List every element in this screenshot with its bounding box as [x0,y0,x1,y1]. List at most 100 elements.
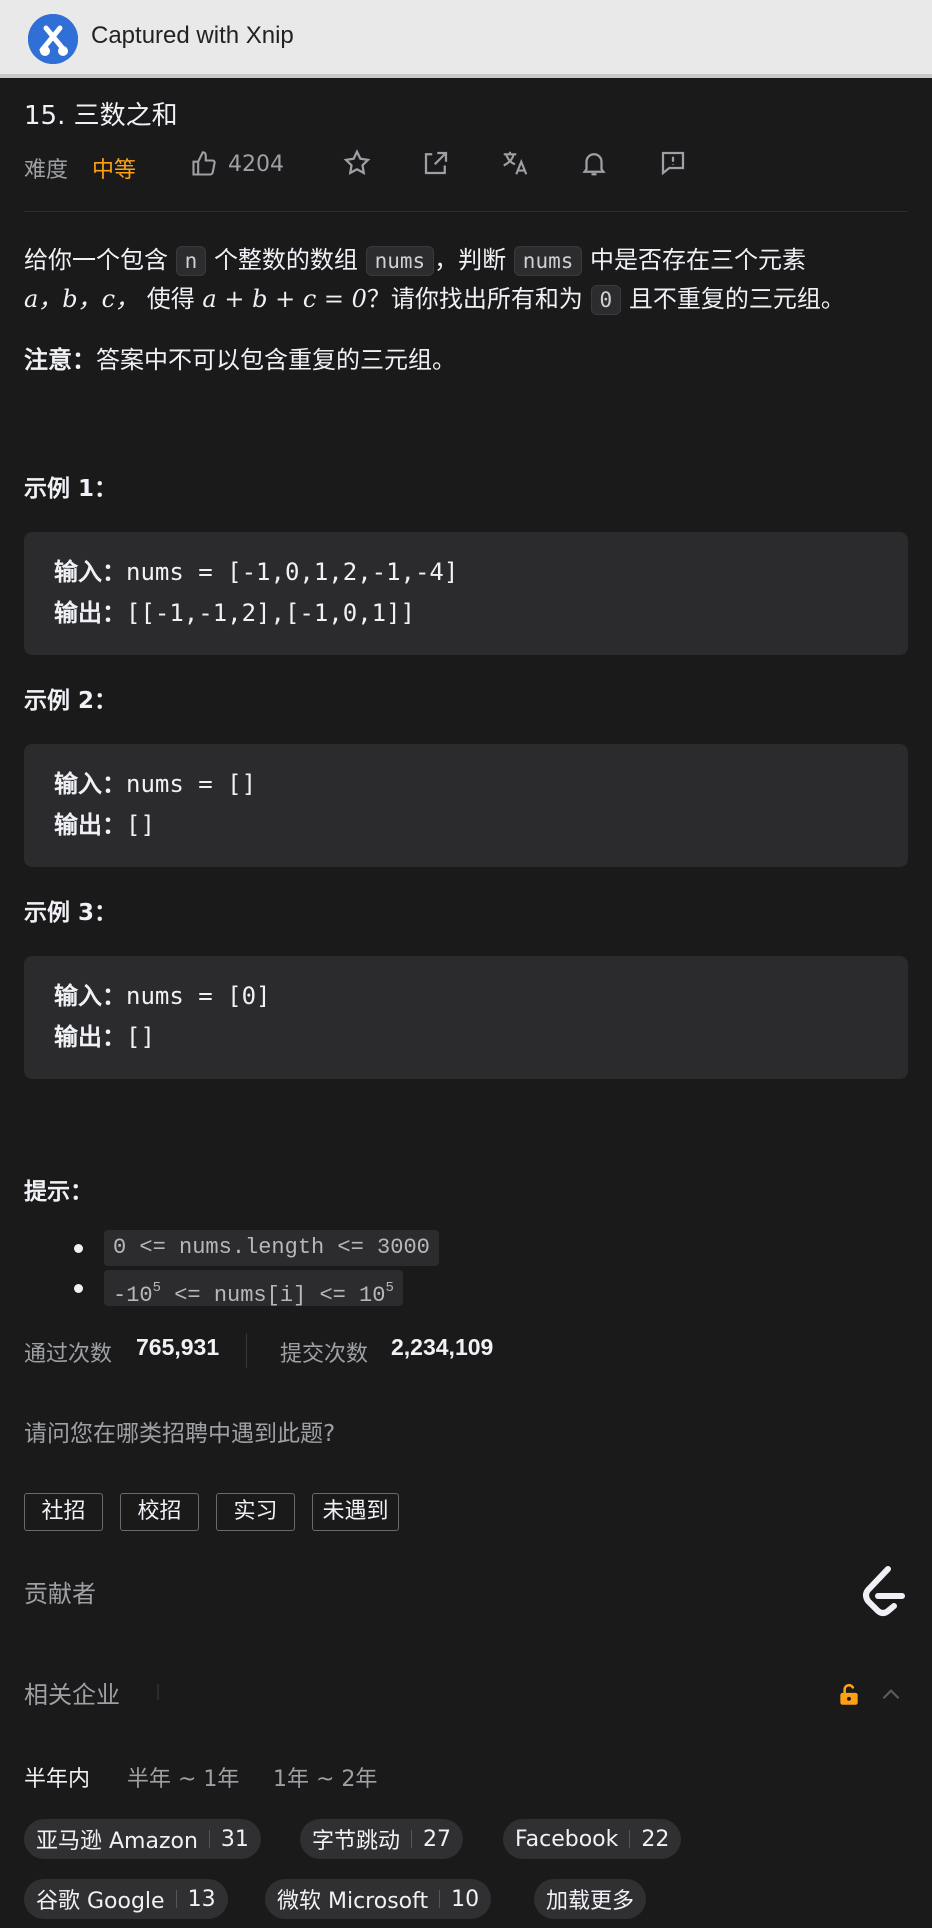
survey-option-campus[interactable]: 校招 [120,1493,199,1531]
desc-text: 且不重复的三元组。 [628,285,845,313]
stats-divider [246,1334,247,1368]
survey-option-never[interactable]: 未遇到 [312,1493,399,1531]
submitted-count: 2,234,109 [391,1334,494,1360]
company-name: 微软 Microsoft [277,1889,429,1914]
load-more-button[interactable]: 加载更多 [534,1879,647,1919]
accepted-label: 通过次数 [24,1342,113,1367]
note-label: 注意： [24,346,96,374]
meta-divider [24,211,908,212]
company-tag[interactable]: 字节跳动 27 [300,1819,464,1859]
favorite-button[interactable] [342,148,372,178]
company-tag[interactable]: 微软 Microsoft 10 [265,1879,492,1919]
example-input: nums = [] [126,770,257,798]
company-tag[interactable]: 谷歌 Google 13 [24,1879,228,1919]
desc-text: 使得 [146,285,195,313]
input-label: 输入： [54,982,126,1010]
desc-text: ？请你找出所有和为 [366,285,583,313]
pill-divider [208,1830,210,1848]
bullet [74,1244,83,1253]
output-label: 输出： [54,811,126,839]
thumbs-up-icon [192,151,216,176]
input-label: 输入： [54,770,126,798]
desc-text: ，判断 [434,246,507,274]
problem-description: 给你一个包含 n 个整数的数组 nums ，判断 nums 中是否存在三个元素 a… [24,241,914,319]
survey-option-intern[interactable]: 实习 [216,1493,295,1531]
feedback-button[interactable] [658,148,688,178]
pill-divider [175,1890,177,1908]
example-output: [[-1,-1,2],[-1,0,1]] [126,599,415,627]
survey-option-social[interactable]: 社招 [24,1493,103,1531]
constraint-part: -10 [113,1283,153,1308]
company-tag[interactable]: 亚马逊 Amazon 31 [24,1819,261,1859]
company-tag[interactable]: Facebook 22 [503,1819,682,1859]
example-input: nums = [-1,0,1,2,-1,-4] [126,558,459,586]
period-half-year[interactable]: 半年内 [24,1761,90,1793]
title-cursor [157,1684,159,1700]
problem-title: 15. 三数之和 [24,101,178,131]
like-button[interactable]: 4204 [190,146,284,182]
survey-question: 请问您在哪类招聘中遇到此题? [24,1421,336,1447]
inline-code-nums: nums [365,246,435,276]
companies-title[interactable]: 相关企业 [24,1675,120,1710]
pill-divider [439,1890,441,1908]
inline-code-zero: 0 [590,285,622,315]
output-label: 输出： [54,599,126,627]
hints-title: 提示： [24,1179,93,1205]
problem-meta-bar: 难度 中等 4204 [24,146,908,186]
difficulty-label: 难度 [24,158,69,183]
desc-equation: a + b + c = 0 [202,285,367,313]
unlock-icon[interactable] [836,1682,862,1708]
company-name: Facebook [515,1826,619,1852]
desc-text: 给你一个包含 [24,246,168,274]
constraint-code: -105 <= nums[i] <= 105 [104,1270,403,1308]
capture-header: Captured with Xnip [0,0,932,78]
accepted-count: 765,931 [136,1334,220,1360]
example-1-title: 示例 1： [24,476,118,502]
contributors-label: 贡献者 [24,1580,96,1608]
submitted-label: 提交次数 [280,1342,369,1367]
company-name: 亚马逊 Amazon [36,1829,198,1854]
company-name: 谷歌 Google [36,1889,165,1914]
example-3-box: 输入：nums = [0] 输出：[] [24,956,908,1079]
like-count: 4204 [228,151,284,177]
pill-divider [411,1830,413,1848]
company-count: 13 [187,1886,216,1912]
example-2-box: 输入：nums = [] 输出：[] [24,744,908,867]
star-icon [343,149,371,175]
feedback-icon [661,151,685,176]
period-half-to-one-year[interactable]: 半年 ~ 1年 [127,1761,239,1793]
constraint-exponent: 5 [152,1280,162,1296]
example-output: [] [126,811,155,839]
xnip-logo-icon [28,14,78,64]
constraint-code: 0 <= nums.length <= 3000 [104,1230,439,1266]
company-name: 字节跳动 [312,1829,401,1854]
problem-note: 注意：答案中不可以包含重复的三元组。 [24,340,456,375]
constraint-exponent: 5 [385,1280,394,1296]
translate-button[interactable] [500,148,530,178]
company-count: 10 [451,1886,480,1912]
difficulty-value: 中等 [92,158,137,183]
example-3-title: 示例 3： [24,900,118,926]
notify-button[interactable] [579,148,609,178]
period-one-to-two-years[interactable]: 1年 ~ 2年 [273,1761,377,1793]
example-input: nums = [0] [126,982,271,1010]
leetcode-logo-icon[interactable] [856,1563,908,1619]
pill-divider [629,1830,631,1848]
bell-icon [582,153,606,176]
output-label: 输出： [54,1023,126,1051]
company-count: 31 [220,1826,249,1852]
desc-variables: a，b，c， [24,285,140,313]
desc-text: 中是否存在三个元素 [590,246,807,274]
example-1-box: 输入：nums = [-1,0,1,2,-1,-4] 输出：[[-1,-1,2]… [24,532,908,655]
example-2-title: 示例 2： [24,688,118,714]
chevron-up-icon[interactable] [878,1682,904,1708]
inline-code-n: n [175,246,207,276]
constraint-part: <= nums[i] <= 10 [161,1283,386,1308]
desc-text: 个整数的数组 [213,246,358,274]
inline-code-nums: nums [513,246,583,276]
company-count: 22 [641,1826,670,1852]
bullet [74,1284,83,1293]
load-more-label: 加载更多 [546,1889,635,1914]
translate-icon [503,151,528,175]
share-button[interactable] [421,148,451,178]
